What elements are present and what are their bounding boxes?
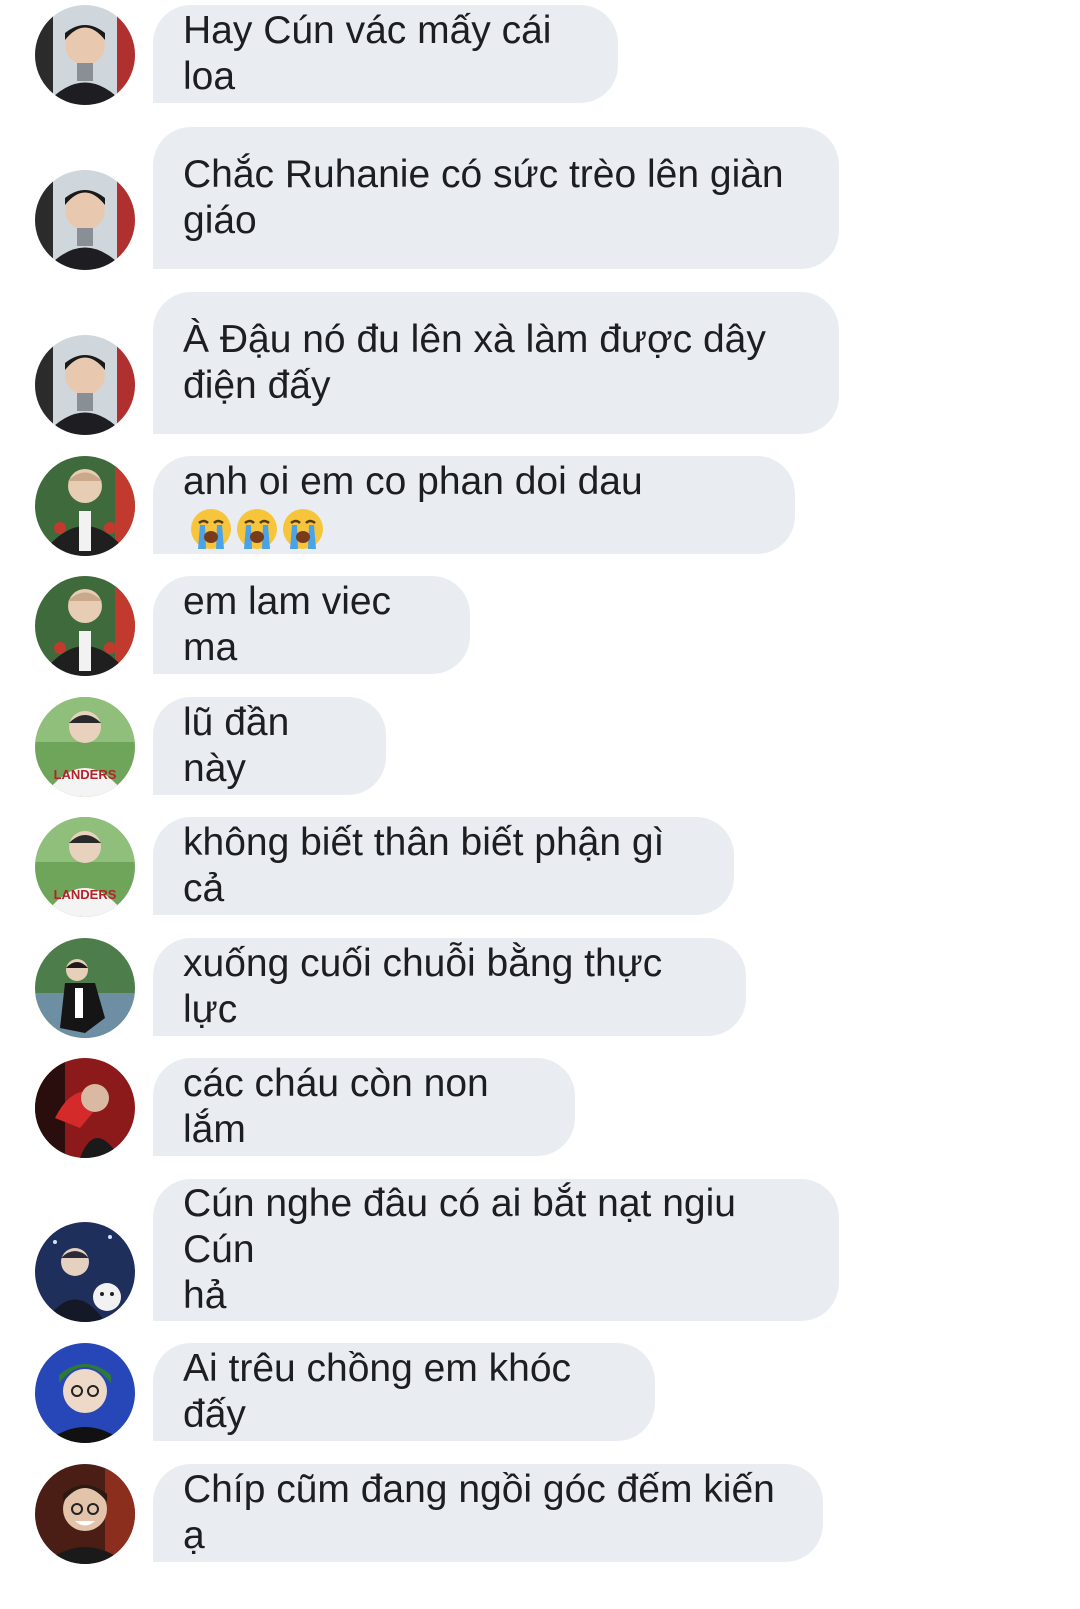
message-bubble[interactable]: Cún nghe đâu có ai bắt nạt ngiu Cún hả — [153, 1179, 839, 1321]
avatar-suit-man[interactable] — [35, 170, 135, 270]
message-text: các cháu còn non lắm — [183, 1062, 500, 1151]
loudly-crying-face-icon — [237, 509, 277, 550]
message-text: anh oi em co phan doi dau — [183, 459, 765, 552]
message-bubble[interactable]: các cháu còn non lắm — [153, 1058, 575, 1156]
message-text: lũ đần này — [183, 701, 301, 790]
message-bubble[interactable]: lũ đần này — [153, 697, 386, 795]
loudly-crying-face-icon — [283, 509, 323, 550]
message-bubble[interactable]: anh oi em co phan doi dau — [153, 456, 795, 554]
avatar-red-fan[interactable] — [35, 1058, 135, 1158]
message-text: Chắc Ruhanie có sức trèo lên giàn giáo — [183, 153, 784, 242]
message-text: Cún nghe đâu có ai bắt nạt ngiu Cún hả — [183, 1182, 736, 1317]
message-text: À Đậu nó đu lên xà làm được dây điện đấy — [183, 318, 766, 407]
message-bubble[interactable]: xuống cuối chuỗi bằng thực lực — [153, 938, 746, 1036]
message-bubble[interactable]: Hay Cún vác mấy cái loa — [153, 5, 618, 103]
loudly-crying-face-icon — [191, 509, 231, 550]
message-text: Hay Cún vác mấy cái loa — [183, 9, 563, 98]
message-bubble[interactable]: Chắc Ruhanie có sức trèo lên giàn giáo — [153, 127, 839, 269]
avatar-varsity-jacket[interactable] — [35, 456, 135, 556]
svg-text:LANDERS: LANDERS — [54, 887, 117, 902]
avatar-night-puppy[interactable] — [35, 1222, 135, 1322]
message-text: không biết thân biết phận gì cả — [183, 821, 676, 910]
svg-text:LANDERS: LANDERS — [54, 767, 117, 782]
avatar-outdoor-sitting[interactable] — [35, 938, 135, 1038]
message-text: xuống cuối chuỗi bằng thực lực — [183, 942, 674, 1031]
message-bubble[interactable]: Chíp cũm đang ngồi góc đếm kiến ạ — [153, 1464, 823, 1562]
message-text: Ai trêu chồng em khóc đấy — [183, 1347, 582, 1436]
avatar-baseball-jersey[interactable]: LANDERS — [35, 817, 135, 917]
message-thread: Hay Cún vác mấy cái loa Chắc Ruhanie có … — [0, 0, 1080, 1609]
message-bubble[interactable]: À Đậu nó đu lên xà làm được dây điện đấy — [153, 292, 839, 434]
message-text: Chíp cũm đang ngồi góc đếm kiến ạ — [183, 1468, 786, 1557]
message-bubble[interactable]: Ai trêu chồng em khóc đấy — [153, 1343, 655, 1441]
message-bubble[interactable]: em lam viec ma — [153, 576, 470, 674]
avatar-suit-man[interactable] — [35, 5, 135, 105]
avatar-green-hat[interactable] — [35, 1343, 135, 1443]
avatar-varsity-jacket[interactable] — [35, 576, 135, 676]
avatar-laughing-man[interactable] — [35, 1464, 135, 1564]
avatar-suit-man[interactable] — [35, 335, 135, 435]
avatar-baseball-jersey[interactable]: LANDERS — [35, 697, 135, 797]
message-text: em lam viec ma — [183, 580, 402, 669]
message-bubble[interactable]: không biết thân biết phận gì cả — [153, 817, 734, 915]
